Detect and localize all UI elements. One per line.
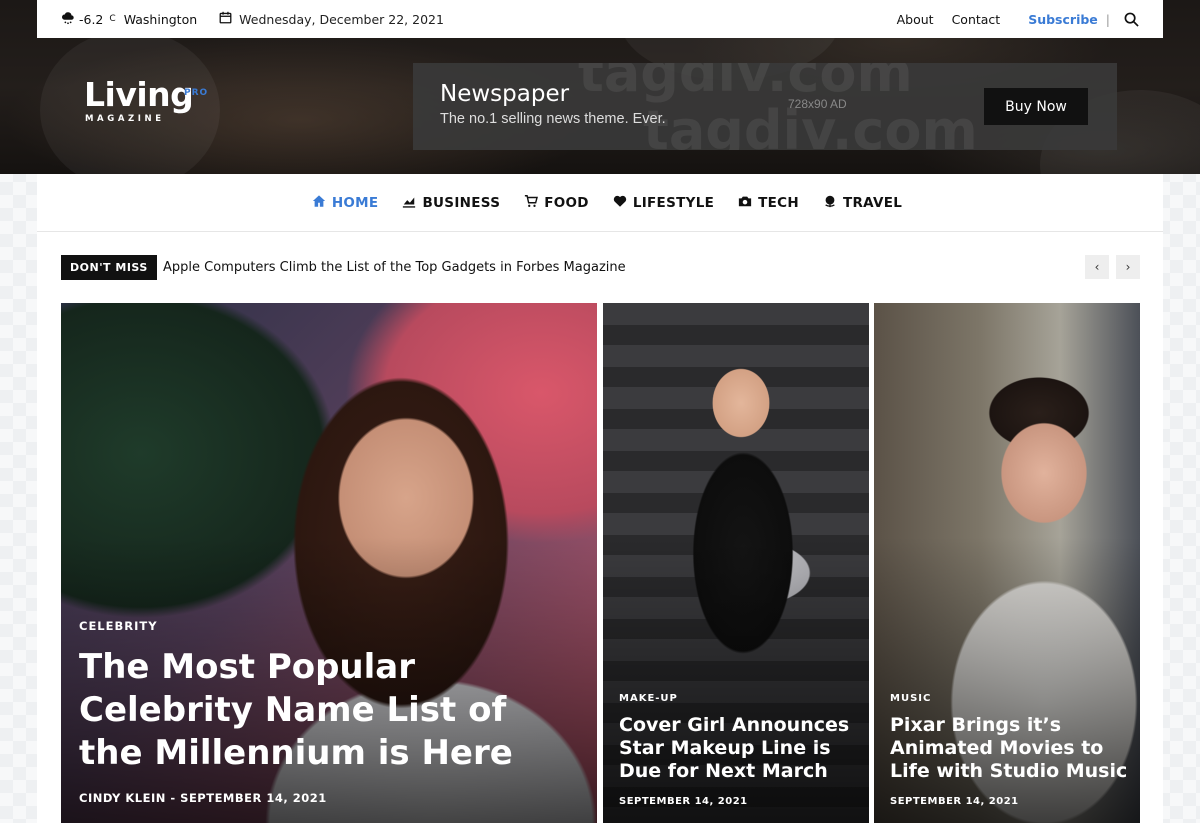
- logo-wordmark: Living: [84, 75, 194, 114]
- contact-link[interactable]: Contact: [952, 12, 1001, 27]
- temperature-value: -6.2: [79, 11, 104, 27]
- nav-item-label: BUSINESS: [422, 194, 501, 211]
- heart-icon: [613, 194, 627, 212]
- nav-item-lifestyle[interactable]: LIFESTYLE: [613, 194, 714, 212]
- nav-item-label: FOOD: [544, 194, 589, 211]
- date-text: Wednesday, December 22, 2021: [239, 11, 444, 27]
- nav-item-business[interactable]: BUSINESS: [402, 194, 500, 212]
- main-container: HOME BUSINESS FOOD LIFESTYLE TECH TRAVEL…: [37, 174, 1163, 823]
- ad-banner[interactable]: tagdiv.com tagdiv.com Newspaper The no.1…: [413, 63, 1117, 150]
- globe-icon: [823, 194, 837, 212]
- category-link[interactable]: MAKE-UP: [619, 693, 678, 704]
- category-link[interactable]: CELEBRITY: [79, 619, 158, 633]
- nav-item-tech[interactable]: TECH: [738, 194, 799, 212]
- top-bar: -6.2 C Washington Wednesday, December 22…: [37, 0, 1163, 38]
- article-meta: CINDY KLEIN - SEPTEMBER 14, 2021: [79, 791, 327, 805]
- featured-card[interactable]: MUSIC Pixar Brings it’s Animated Movies …: [874, 303, 1140, 823]
- nav-item-travel[interactable]: TRAVEL: [823, 194, 902, 212]
- topbar-separator: |: [1105, 11, 1110, 27]
- weather-city: Washington: [123, 11, 198, 27]
- category-link[interactable]: MUSIC: [890, 693, 931, 704]
- buy-now-button[interactable]: Buy Now: [984, 88, 1088, 125]
- ad-watermark: tagdiv.com: [578, 63, 913, 104]
- cart-icon: [524, 194, 539, 212]
- article-title[interactable]: The Most Popular Celebrity Name List of …: [79, 646, 549, 775]
- nav-item-label: LIFESTYLE: [632, 194, 715, 211]
- ad-tagline: The no.1 selling news theme. Ever.: [440, 111, 666, 127]
- current-date: Wednesday, December 22, 2021: [219, 11, 444, 27]
- nav-item-label: TECH: [758, 194, 799, 211]
- logo-subtitle: MAGAZINE: [85, 114, 165, 124]
- featured-card[interactable]: MAKE-UP Cover Girl Announces Star Makeup…: [603, 303, 869, 823]
- featured-card-main[interactable]: CELEBRITY The Most Popular Celebrity Nam…: [61, 303, 597, 823]
- news-ticker: DON'T MISS Apple Computers Climb the Lis…: [37, 232, 1163, 304]
- chevron-left-icon: ‹: [1094, 260, 1100, 274]
- ad-size-label: 728x90 AD: [788, 97, 847, 111]
- site-logo[interactable]: Living PRO MAGAZINE: [84, 75, 207, 124]
- article-date: SEPTEMBER 14, 2021: [890, 796, 1019, 807]
- ticker-headline-link[interactable]: Apple Computers Climb the List of the To…: [163, 260, 626, 275]
- logo-pro-badge: PRO: [184, 88, 209, 98]
- article-title[interactable]: Cover Girl Announces Star Makeup Line is…: [619, 714, 859, 783]
- about-link[interactable]: About: [897, 12, 934, 27]
- subscribe-link[interactable]: Subscribe: [1028, 12, 1098, 27]
- ad-title: Newspaper: [440, 81, 570, 107]
- nav-item-home[interactable]: HOME: [312, 194, 379, 212]
- search-icon[interactable]: [1124, 12, 1139, 27]
- weather-widget: -6.2 C Washington: [61, 11, 197, 28]
- chart-icon: [402, 194, 416, 212]
- main-nav: HOME BUSINESS FOOD LIFESTYLE TECH TRAVEL: [37, 174, 1163, 232]
- nav-item-label: HOME: [331, 194, 379, 211]
- article-title[interactable]: Pixar Brings it’s Animated Movies to Lif…: [890, 714, 1130, 783]
- nav-item-food[interactable]: FOOD: [524, 194, 589, 212]
- temperature-unit: C: [109, 14, 116, 24]
- chevron-right-icon: ›: [1125, 260, 1131, 274]
- nav-item-label: TRAVEL: [842, 194, 903, 211]
- weather-snow-icon: [61, 11, 75, 28]
- article-date: SEPTEMBER 14, 2021: [619, 796, 748, 807]
- ticker-next-button[interactable]: ›: [1116, 255, 1140, 279]
- home-icon: [312, 194, 326, 212]
- ticker-prev-button[interactable]: ‹: [1085, 255, 1109, 279]
- camera-icon: [738, 194, 752, 212]
- dont-miss-badge: DON'T MISS: [61, 255, 157, 280]
- calendar-icon: [219, 11, 232, 27]
